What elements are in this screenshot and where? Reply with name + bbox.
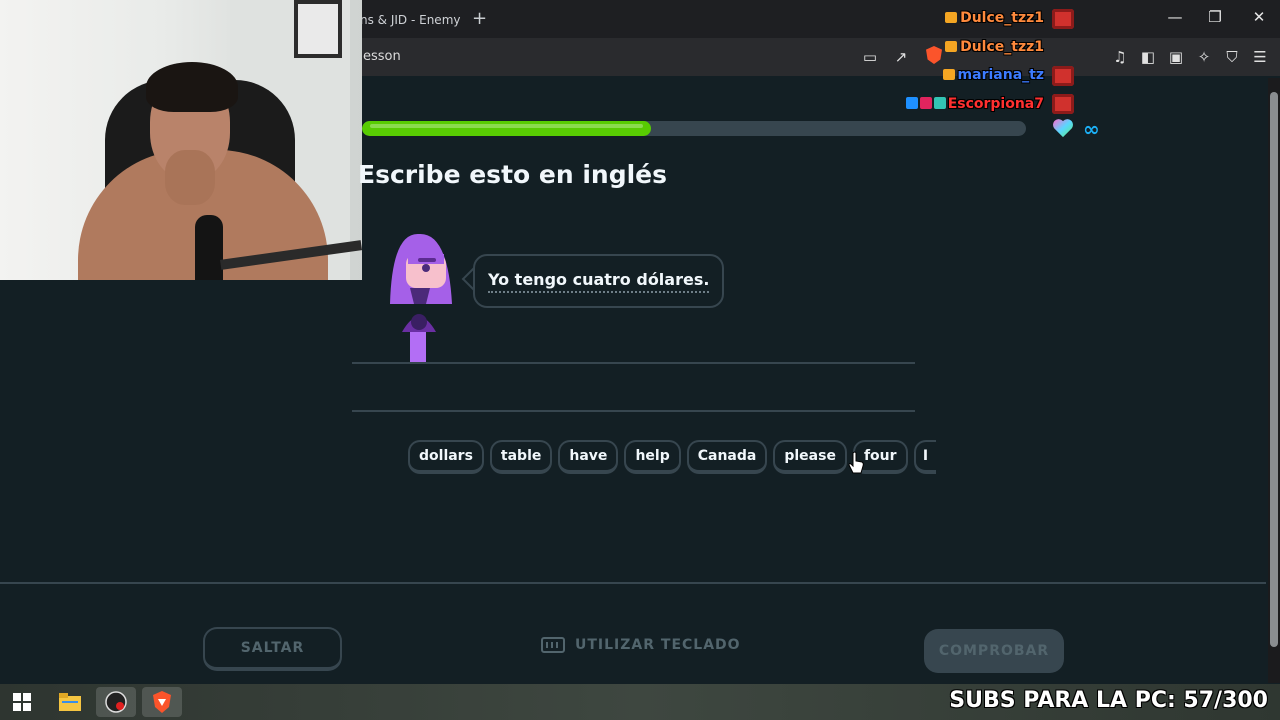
leo-ai-icon[interactable]: ✧ [1194, 47, 1214, 67]
check-button[interactable]: COMPROBAR [924, 629, 1064, 673]
badge-icon [933, 97, 946, 109]
use-keyboard-button[interactable]: UTILIZAR TECLADO [541, 637, 741, 653]
browser-tab[interactable]: ns & JID - Enemy [360, 6, 470, 34]
keyboard-icon [541, 637, 565, 653]
chat-username: mariana_tz [957, 67, 1044, 83]
chat-message: Dulce_tzz1 [945, 39, 1044, 55]
infinity-hearts-icon: ∞ [1083, 117, 1100, 141]
word-tile[interactable]: please [773, 440, 847, 474]
word-tile[interactable]: help [624, 440, 681, 474]
word-tile[interactable]: table [489, 440, 553, 474]
progress-shine [370, 124, 643, 128]
word-tile[interactable]: I [913, 440, 936, 474]
chat-message: Dulce_tzz1 [945, 10, 1044, 26]
challenge-title: Escribe esto en inglés [358, 160, 668, 189]
chat-emote-icon [1052, 66, 1074, 86]
brave-browser-icon[interactable] [142, 687, 182, 717]
chat-emote-icon [1052, 9, 1074, 29]
minimize-icon[interactable]: — [1162, 8, 1188, 26]
menu-icon[interactable]: ☰ [1250, 47, 1270, 67]
scrollbar[interactable] [1268, 78, 1280, 683]
chat-emote-icon [1052, 94, 1074, 114]
lily-character-icon [390, 233, 452, 364]
crown-icon [945, 41, 958, 52]
obs-icon[interactable] [96, 687, 136, 717]
prompt-sentence[interactable]: Yo tengo cuatro dólares. [488, 270, 710, 293]
use-keyboard-label: UTILIZAR TECLADO [575, 637, 741, 653]
close-icon[interactable]: ✕ [1246, 8, 1272, 26]
hand-cursor-icon [848, 451, 864, 474]
speech-bubble: Yo tengo cuatro dólares. [473, 254, 725, 308]
wallet-icon[interactable]: ▣ [1166, 47, 1186, 67]
badge-icon [919, 97, 932, 109]
word-tile[interactable]: Canada [686, 440, 768, 474]
cast-icon[interactable]: ▭ [860, 47, 880, 67]
file-explorer-icon[interactable] [50, 687, 90, 717]
chat-username: Dulce_tzz1 [960, 39, 1044, 55]
sidebar-icon[interactable]: ◧ [1138, 47, 1158, 67]
badge-icon [905, 97, 918, 109]
windows-start-icon[interactable] [2, 687, 42, 717]
restore-icon[interactable]: ❐ [1202, 8, 1228, 26]
crown-icon [945, 12, 958, 23]
vpn-shield-icon[interactable]: ⛉ [1222, 47, 1242, 67]
chat-username: Escorpiona7 [947, 96, 1044, 112]
answer-line [352, 362, 915, 364]
chat-message: Escorpiona7 [905, 96, 1044, 112]
footer-divider [0, 582, 1266, 584]
lesson-progress-bar [362, 121, 1026, 136]
music-icon[interactable]: ♫ [1110, 47, 1130, 67]
word-tile[interactable]: dollars [408, 440, 484, 474]
plus-icon[interactable]: + [472, 8, 487, 29]
crown-icon [942, 69, 955, 80]
chat-message: mariana_tz [942, 67, 1044, 83]
skip-button[interactable]: SALTAR [203, 627, 342, 671]
chat-username: Dulce_tzz1 [960, 10, 1044, 26]
word-tile[interactable]: have [558, 440, 619, 474]
webcam-overlay [0, 0, 362, 280]
answer-line [352, 410, 915, 412]
url-text[interactable]: esson [363, 49, 401, 64]
heart-icon [1053, 119, 1073, 138]
subs-goal-text: SUBS PARA LA PC: 57/300 [949, 688, 1268, 713]
scrollbar-thumb[interactable] [1270, 92, 1278, 647]
share-icon[interactable]: ↗ [891, 47, 911, 67]
